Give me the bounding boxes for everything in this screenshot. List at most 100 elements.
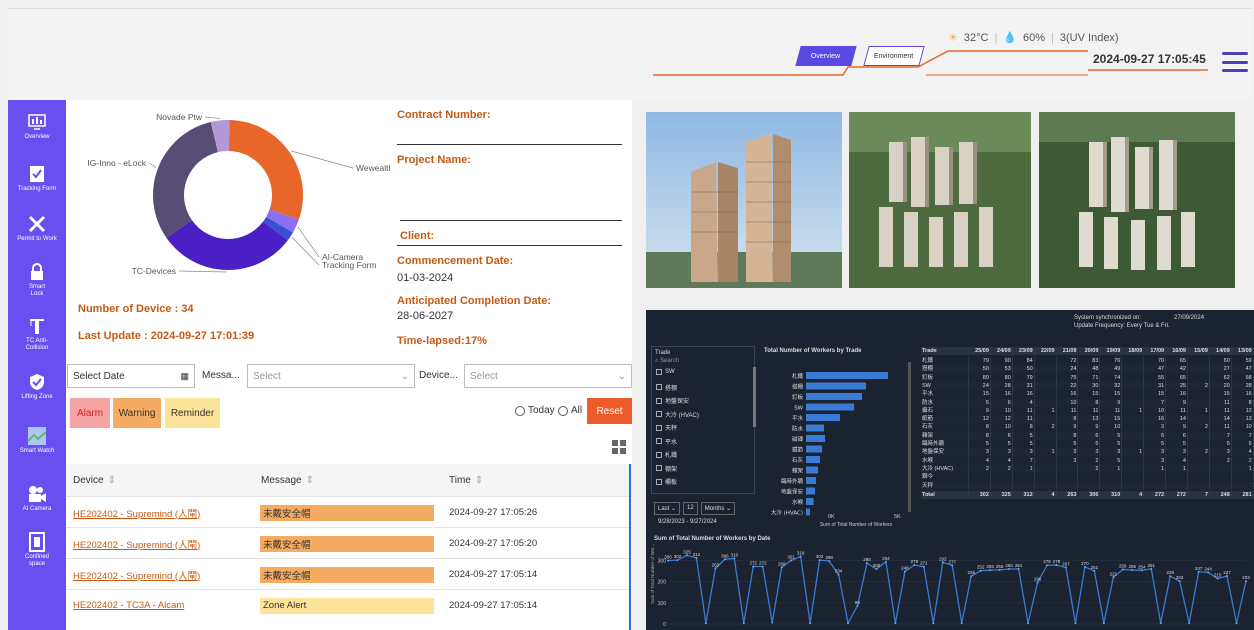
device-select[interactable]: Select ⌄	[464, 364, 632, 388]
checkbox[interactable]	[656, 397, 662, 404]
reminder-chip[interactable]: Reminder	[165, 398, 220, 428]
bar[interactable]	[806, 487, 815, 495]
alarm-chip[interactable]: Alarm	[70, 398, 110, 428]
line-point[interactable]	[1093, 569, 1096, 572]
line-point[interactable]	[903, 570, 906, 573]
trade-option[interactable]: SW	[656, 369, 675, 375]
donut-slice[interactable]	[153, 121, 218, 238]
message-select[interactable]: Select ⌄	[247, 364, 415, 388]
line-point[interactable]	[932, 622, 935, 625]
donut-slice[interactable]	[166, 220, 288, 270]
line-point[interactable]	[704, 622, 707, 625]
checkbox[interactable]	[656, 369, 662, 375]
period-number[interactable]: 12	[683, 502, 698, 515]
bar[interactable]	[806, 498, 814, 505]
sidebar-item-tc-anti-collision[interactable]: TC Anti-Collision	[8, 316, 66, 352]
grid-view-icon[interactable]	[612, 440, 626, 454]
table-row[interactable]: HE202402 - Supremind (人閘) 未戴安全帽 2024-09-…	[66, 558, 632, 589]
line-point[interactable]	[998, 568, 1001, 571]
line-point[interactable]	[837, 573, 840, 576]
line-point[interactable]	[1169, 575, 1172, 578]
line-point[interactable]	[733, 557, 736, 560]
bar[interactable]	[806, 477, 816, 484]
line-point[interactable]	[1008, 568, 1011, 571]
line-point[interactable]	[1188, 622, 1191, 625]
radio-today[interactable]: Today	[515, 405, 555, 416]
line-point[interactable]	[1150, 567, 1153, 570]
line-point[interactable]	[847, 622, 850, 625]
checkbox[interactable]	[656, 478, 662, 485]
checkbox[interactable]	[656, 411, 662, 417]
checkbox[interactable]	[656, 465, 662, 471]
bar[interactable]	[806, 393, 862, 400]
trade-option[interactable]: 札鐵	[656, 450, 677, 459]
checkbox[interactable]	[656, 424, 662, 431]
table-row[interactable]: HE202402 - Supremind (人閘) 未戴安全帽 2024-09-…	[66, 496, 632, 527]
line-point[interactable]	[1140, 569, 1143, 572]
checkbox[interactable]	[656, 438, 662, 444]
line-point[interactable]	[913, 564, 916, 567]
line-point[interactable]	[1245, 580, 1247, 583]
line-point[interactable]	[1159, 622, 1162, 625]
sidebar-item-overview[interactable]: Overview	[8, 112, 66, 141]
line-point[interactable]	[941, 561, 944, 564]
line-point[interactable]	[1027, 622, 1030, 625]
line-point[interactable]	[1197, 570, 1200, 573]
column-header-message[interactable]: Message ⇕	[252, 464, 440, 496]
bar[interactable]	[806, 466, 818, 474]
sidebar-item-tracking-form[interactable]: Tracking Form	[8, 164, 66, 193]
table-row[interactable]: HE202402 - Supremind (人閘) 未戴安全帽 2024-09-…	[66, 527, 632, 558]
line-point[interactable]	[1102, 622, 1105, 625]
device-link[interactable]: HE202402 - TC3A - Alcam	[73, 590, 184, 621]
line-point[interactable]	[1074, 622, 1077, 625]
trade-option[interactable]: 欄板	[656, 477, 677, 486]
warning-chip[interactable]: Warning	[113, 398, 161, 428]
sidebar-item-lifting-zone[interactable]: Lifting Zone	[8, 372, 66, 401]
period-unit[interactable]: Months ⌄	[700, 502, 736, 515]
line-point[interactable]	[960, 622, 963, 625]
hamburger-menu-icon[interactable]	[1222, 52, 1248, 72]
line-point[interactable]	[951, 564, 954, 567]
slicer-search[interactable]: ⌕ Search	[655, 358, 679, 365]
column-header-time[interactable]: Time ⇕	[440, 464, 632, 496]
scrollbar[interactable]	[753, 367, 756, 427]
tab-environment[interactable]: Environment	[863, 46, 925, 66]
line-point[interactable]	[695, 557, 698, 560]
sidebar-item-permit-to-work[interactable]: Permit to Work	[8, 214, 66, 243]
line-point[interactable]	[714, 567, 717, 570]
trade-option[interactable]: 平水	[656, 437, 677, 446]
trade-option[interactable]: 大冷 (HVAC)	[656, 410, 699, 419]
sidebar-item-confined-space[interactable]: Confined space	[8, 532, 66, 568]
bar[interactable]	[806, 382, 866, 390]
bar[interactable]	[806, 372, 888, 379]
sidebar-item-smart-watch[interactable]: Smart Watch	[8, 426, 66, 455]
line-point[interactable]	[676, 559, 679, 562]
line-point[interactable]	[970, 575, 973, 578]
line-point[interactable]	[875, 568, 878, 571]
line-point[interactable]	[979, 569, 982, 572]
bar[interactable]	[806, 435, 825, 442]
trade-option[interactable]: 搭棚	[656, 383, 677, 392]
line-point[interactable]	[723, 558, 726, 561]
line-point[interactable]	[856, 604, 859, 607]
bar[interactable]	[806, 508, 810, 516]
line-point[interactable]	[752, 565, 755, 568]
line-point[interactable]	[828, 559, 831, 562]
column-header-device[interactable]: Device ⇕	[66, 464, 252, 496]
line-point[interactable]	[1064, 566, 1067, 569]
checkbox[interactable]	[656, 451, 662, 458]
line-point[interactable]	[1131, 569, 1134, 572]
checkbox[interactable]	[656, 384, 662, 390]
line-point[interactable]	[865, 562, 868, 565]
line-point[interactable]	[799, 555, 802, 558]
line-point[interactable]	[1112, 576, 1115, 579]
donut-slice[interactable]	[228, 120, 303, 220]
trade-option[interactable]: 地盤保安	[656, 396, 689, 405]
line-point[interactable]	[922, 565, 925, 568]
trade-option[interactable]: 棚架	[656, 464, 677, 473]
sidebar-item-smart-lock[interactable]: Smart Lock	[8, 262, 66, 298]
bar[interactable]	[806, 445, 822, 453]
date-picker[interactable]: Select Date ▦	[67, 364, 195, 388]
line-point[interactable]	[667, 559, 669, 562]
line-point[interactable]	[780, 566, 783, 569]
